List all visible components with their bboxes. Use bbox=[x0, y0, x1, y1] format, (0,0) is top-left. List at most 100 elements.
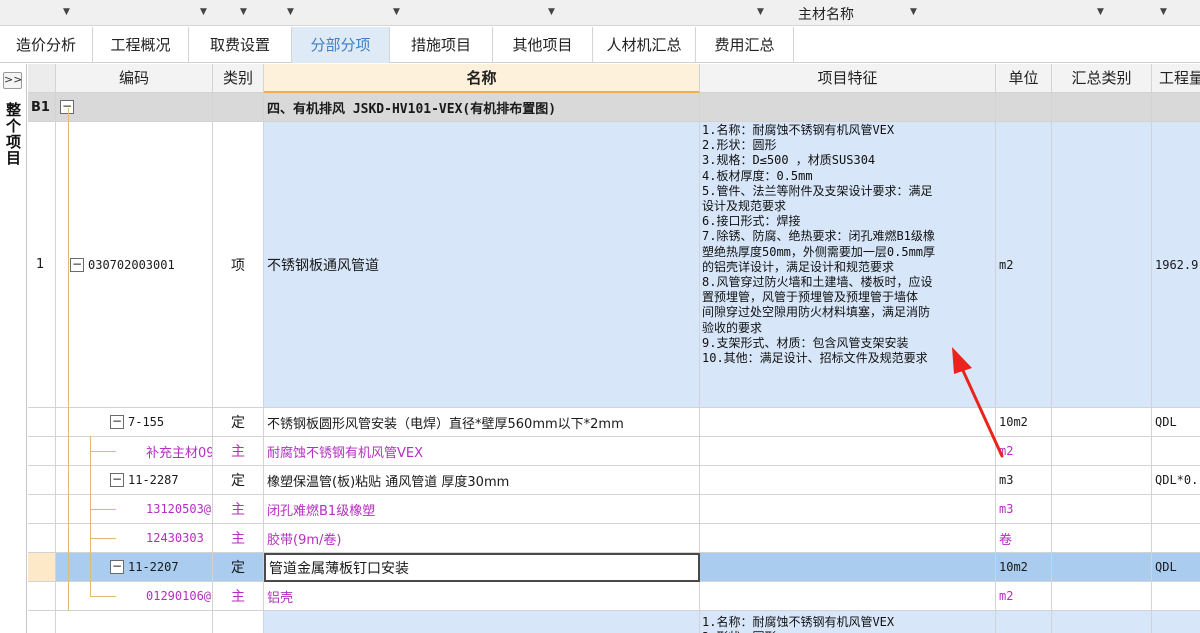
filter-dropdown-icon[interactable]: ▼ bbox=[63, 7, 70, 17]
material-unit[interactable]: m3 bbox=[996, 495, 1052, 524]
main-material-row[interactable]: 13120503@3 主 闭孔难燃B1级橡塑 m3 bbox=[28, 495, 1200, 524]
collapse-toggle-icon[interactable]: − bbox=[110, 560, 124, 574]
collapse-toggle-icon[interactable]: − bbox=[110, 473, 124, 487]
quota-name-editor[interactable]: 管道金属薄板钉口安装 bbox=[264, 553, 700, 582]
tab-fee-summary[interactable]: 费用汇总 bbox=[696, 27, 794, 63]
material-feature[interactable] bbox=[700, 437, 996, 466]
tab-labor-material-summary[interactable]: 人材机汇总 bbox=[593, 27, 696, 63]
material-feature[interactable] bbox=[700, 582, 996, 611]
row-code-cell[interactable]: − 030702003001 bbox=[56, 122, 213, 408]
item-unit[interactable] bbox=[996, 611, 1052, 633]
list-item-row[interactable]: 1.名称：耐腐蚀不锈钢有机风管VEX 2.形状：圆形 bbox=[28, 611, 1200, 633]
material-quantity[interactable] bbox=[1152, 437, 1200, 466]
material-unit[interactable]: 卷 bbox=[996, 524, 1052, 553]
material-name[interactable]: 闭孔难燃B1级橡塑 bbox=[264, 495, 700, 524]
quota-feature[interactable] bbox=[700, 466, 996, 495]
header-quantity[interactable]: 工程量 bbox=[1152, 64, 1200, 93]
material-quantity[interactable] bbox=[1152, 524, 1200, 553]
quota-type[interactable]: 定 bbox=[213, 408, 264, 437]
main-material-row[interactable]: 12430303 主 胶带(9m/卷) 卷 bbox=[28, 524, 1200, 553]
header-code[interactable]: 编码 bbox=[56, 64, 213, 93]
row-code-cell[interactable]: − 7-155 bbox=[56, 408, 213, 437]
header-type[interactable]: 类别 bbox=[213, 64, 264, 93]
material-code[interactable]: 13120503@3 bbox=[56, 495, 213, 524]
item-summary-category[interactable] bbox=[1052, 122, 1152, 408]
collapse-toggle-icon[interactable]: − bbox=[110, 415, 124, 429]
tab-sub-items[interactable]: 分部分项 bbox=[292, 27, 390, 63]
item-unit[interactable]: m2 bbox=[996, 122, 1052, 408]
main-material-row[interactable]: 补充主材09… 主 耐腐蚀不锈钢有机风管VEX m2 bbox=[28, 437, 1200, 466]
quota-summary-category[interactable] bbox=[1052, 466, 1152, 495]
item-feature-cell[interactable]: 1.名称：耐腐蚀不锈钢有机风管VEX 2.形状：圆形 bbox=[700, 611, 996, 633]
material-code[interactable]: 补充主材09… bbox=[56, 437, 213, 466]
filter-dropdown-icon[interactable]: ▼ bbox=[287, 7, 294, 17]
header-unit[interactable]: 单位 bbox=[996, 64, 1052, 93]
collapse-toggle-icon[interactable]: − bbox=[70, 257, 84, 272]
material-code[interactable]: 12430303 bbox=[56, 524, 213, 553]
filter-dropdown-icon[interactable]: ▼ bbox=[240, 7, 247, 17]
material-type[interactable]: 主 bbox=[213, 495, 264, 524]
quota-feature[interactable] bbox=[700, 553, 996, 582]
tab-project-overview[interactable]: 工程概况 bbox=[93, 27, 189, 63]
header-name[interactable]: 名称 bbox=[264, 64, 700, 93]
material-unit[interactable]: m2 bbox=[996, 582, 1052, 611]
quota-type[interactable]: 定 bbox=[213, 466, 264, 495]
collapse-toggle-icon[interactable]: − bbox=[60, 100, 74, 114]
list-item-row[interactable]: 1 − 030702003001 项 不锈钢板通风管道 1.名称：耐腐蚀不锈钢有… bbox=[28, 122, 1200, 408]
quota-row[interactable]: − 7-155 定 不锈钢板圆形风管安装（电焊）直径*壁厚560mm以下*2mm… bbox=[28, 408, 1200, 437]
whole-project-label[interactable]: 整个项目 bbox=[2, 102, 24, 166]
quota-row-selected[interactable]: − 11-2207 定 管道金属薄板钉口安装 10m2 QDL bbox=[28, 553, 1200, 582]
section-name[interactable]: 四、有机排风 JSKD-HV101-VEX(有机排布置图) bbox=[264, 93, 700, 122]
item-type[interactable]: 项 bbox=[213, 122, 264, 408]
material-quantity[interactable] bbox=[1152, 582, 1200, 611]
material-unit[interactable]: m2 bbox=[996, 437, 1052, 466]
quota-name[interactable]: 不锈钢板圆形风管安装（电焊）直径*壁厚560mm以下*2mm bbox=[264, 408, 700, 437]
row-code-cell[interactable] bbox=[56, 611, 213, 633]
material-quantity[interactable] bbox=[1152, 495, 1200, 524]
quota-feature[interactable] bbox=[700, 408, 996, 437]
tab-measures[interactable]: 措施项目 bbox=[390, 27, 493, 63]
material-type[interactable]: 主 bbox=[213, 582, 264, 611]
filter-dropdown-icon[interactable]: ▼ bbox=[1097, 7, 1104, 17]
expand-panel-button[interactable]: >> bbox=[3, 72, 22, 89]
item-quantity[interactable] bbox=[1152, 611, 1200, 633]
section-row-b1[interactable]: B1 − 四、有机排风 JSKD-HV101-VEX(有机排布置图) bbox=[28, 93, 1200, 122]
tab-fee-settings[interactable]: 取费设置 bbox=[189, 27, 292, 63]
quota-name[interactable]: 橡塑保温管(板)粘贴 通风管道 厚度30mm bbox=[264, 466, 700, 495]
material-code[interactable]: 01290106@1 bbox=[56, 582, 213, 611]
quota-type[interactable]: 定 bbox=[213, 553, 264, 582]
main-material-name-filter[interactable]: 主材名称 bbox=[798, 4, 854, 24]
quota-unit[interactable]: 10m2 bbox=[996, 553, 1052, 582]
material-name[interactable]: 耐腐蚀不锈钢有机风管VEX bbox=[264, 437, 700, 466]
row-type-cell[interactable] bbox=[213, 611, 264, 633]
filter-dropdown-icon[interactable]: ▼ bbox=[393, 7, 400, 17]
header-summary-category[interactable]: 汇总类别 bbox=[1052, 64, 1152, 93]
item-summary-category[interactable] bbox=[1052, 611, 1152, 633]
tab-other-items[interactable]: 其他项目 bbox=[493, 27, 593, 63]
quota-unit[interactable]: 10m2 bbox=[996, 408, 1052, 437]
material-name[interactable]: 铝壳 bbox=[264, 582, 700, 611]
item-quantity[interactable]: 1962.9 bbox=[1152, 122, 1200, 408]
quota-quantity[interactable]: QDL bbox=[1152, 553, 1200, 582]
quota-unit[interactable]: m3 bbox=[996, 466, 1052, 495]
quota-summary-category[interactable] bbox=[1052, 408, 1152, 437]
row-code-cell[interactable]: − 11-2207 bbox=[56, 553, 213, 582]
quota-row[interactable]: − 11-2287 定 橡塑保温管(板)粘贴 通风管道 厚度30mm m3 QD… bbox=[28, 466, 1200, 495]
item-feature-cell[interactable]: 1.名称：耐腐蚀不锈钢有机风管VEX 2.形状：圆形 3.规格：D≤500 ，材… bbox=[700, 122, 996, 408]
tab-cost-analysis[interactable]: 造价分析 bbox=[0, 27, 93, 63]
filter-dropdown-icon[interactable]: ▼ bbox=[757, 7, 764, 17]
material-summary-category[interactable] bbox=[1052, 582, 1152, 611]
quota-quantity[interactable]: QDL bbox=[1152, 408, 1200, 437]
row-code-cell[interactable]: − 11-2287 bbox=[56, 466, 213, 495]
filter-dropdown-icon[interactable]: ▼ bbox=[1160, 7, 1167, 17]
item-name[interactable]: 不锈钢板通风管道 bbox=[264, 122, 700, 408]
material-summary-category[interactable] bbox=[1052, 437, 1152, 466]
material-name[interactable]: 胶带(9m/卷) bbox=[264, 524, 700, 553]
material-summary-category[interactable] bbox=[1052, 495, 1152, 524]
header-feature[interactable]: 项目特征 bbox=[700, 64, 996, 93]
filter-dropdown-icon[interactable]: ▼ bbox=[548, 7, 555, 17]
material-feature[interactable] bbox=[700, 495, 996, 524]
material-type[interactable]: 主 bbox=[213, 437, 264, 466]
filter-dropdown-icon[interactable]: ▼ bbox=[910, 7, 917, 17]
quota-quantity[interactable]: QDL*0. bbox=[1152, 466, 1200, 495]
